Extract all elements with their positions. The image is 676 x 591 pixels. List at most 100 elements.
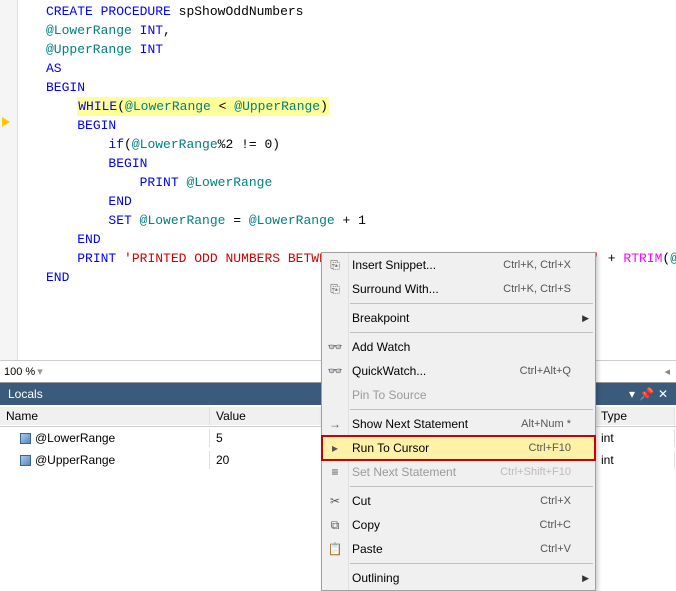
- local-name: @UpperRange: [35, 453, 115, 467]
- surround-icon: ⎘: [326, 282, 344, 297]
- kw: INT: [140, 23, 163, 38]
- menu-label: Cut: [352, 494, 540, 508]
- txt: %2 != 0): [218, 137, 280, 152]
- local-type: int: [595, 429, 675, 447]
- menu-item-outlining[interactable]: Outlining ▶: [322, 566, 595, 590]
- variable-icon: [20, 455, 31, 466]
- var: @UpperRange: [234, 99, 320, 114]
- local-name: @LowerRange: [35, 431, 115, 445]
- menu-label: Set Next Statement: [352, 465, 500, 479]
- var: @UpperRange: [46, 42, 132, 57]
- col-name[interactable]: Name: [0, 407, 210, 425]
- local-type: int: [595, 451, 675, 469]
- paste-icon: 📋: [326, 542, 344, 556]
- var: @LowerRange: [132, 137, 218, 152]
- copy-icon: ⧉: [326, 518, 344, 533]
- kw: AS: [46, 61, 62, 76]
- menu-item-add-watch[interactable]: 👓 Add Watch: [322, 335, 595, 359]
- menu-item-show-next-statement[interactable]: → Show Next StatementAlt+Num *: [322, 412, 595, 436]
- zoom-level[interactable]: 100 %: [4, 366, 35, 378]
- var: @LowerRange: [125, 99, 211, 114]
- var: @LowerRange: [46, 23, 132, 38]
- menu-label: Breakpoint: [352, 311, 571, 325]
- menu-item-cut[interactable]: ✂ CutCtrl+X: [322, 489, 595, 513]
- kw: END: [108, 194, 131, 209]
- kw: BEGIN: [46, 80, 85, 95]
- menu-label: Outlining: [352, 571, 571, 585]
- snippet-icon: ⎘: [326, 258, 344, 273]
- setnext-icon: ≡: [326, 465, 344, 479]
- txt: +: [600, 251, 623, 266]
- proc-name: spShowOddNumbers: [179, 4, 304, 19]
- menu-label: Show Next Statement: [352, 417, 521, 431]
- txt: ,: [163, 23, 171, 38]
- variable-icon: [20, 433, 31, 444]
- kw-create: CREATE: [46, 4, 93, 19]
- zoom-dropdown-icon[interactable]: ▾: [37, 365, 43, 378]
- kw: BEGIN: [77, 118, 116, 133]
- kw: SET: [108, 213, 131, 228]
- kw: PRINT: [140, 175, 179, 190]
- var: @LowerRange: [186, 175, 272, 190]
- menu-item-quickwatch[interactable]: 👓QuickWatch...Ctrl+Alt+Q: [322, 359, 595, 383]
- var: @LowerRange: [249, 213, 335, 228]
- menu-shortcut: Alt+Num *: [521, 418, 571, 430]
- txt: (: [117, 99, 125, 114]
- menu-item-pin-to-source: Pin To Source: [322, 383, 595, 407]
- menu-shortcut: Ctrl+Alt+Q: [520, 365, 571, 377]
- txt: (: [124, 137, 132, 152]
- menu-separator: [350, 303, 593, 304]
- menu-label: Insert Snippet...: [352, 258, 503, 272]
- submenu-arrow-icon: ▶: [582, 313, 589, 324]
- context-menu[interactable]: ⎘ Insert Snippet...Ctrl+K, Ctrl+X ⎘ Surroun…: [321, 252, 596, 591]
- pin-icon[interactable]: 📌: [639, 387, 654, 401]
- submenu-arrow-icon: ▶: [582, 573, 589, 584]
- locals-title: Locals: [8, 387, 43, 401]
- menu-label: Pin To Source: [352, 388, 571, 402]
- runto-icon: ▸: [326, 441, 344, 455]
- menu-shortcut: Ctrl+V: [540, 543, 571, 555]
- menu-item-breakpoint[interactable]: Breakpoint ▶: [322, 306, 595, 330]
- menu-item-paste[interactable]: 📋 PasteCtrl+V: [322, 537, 595, 561]
- shownext-icon: →: [326, 417, 344, 431]
- current-statement-arrow: [2, 117, 14, 129]
- menu-shortcut: Ctrl+F10: [529, 442, 572, 454]
- menu-shortcut: Ctrl+K, Ctrl+S: [503, 283, 571, 295]
- kw: PRINT: [77, 251, 116, 266]
- txt: <: [211, 99, 234, 114]
- kw: END: [77, 232, 100, 247]
- menu-item-run-to-cursor[interactable]: ▸Run To CursorCtrl+F10: [322, 436, 595, 460]
- col-type[interactable]: Type: [595, 407, 675, 425]
- kw-while: WHILE: [78, 99, 117, 114]
- menu-label: Add Watch: [352, 340, 571, 354]
- menu-label: Copy: [352, 518, 540, 532]
- close-icon[interactable]: ✕: [658, 387, 668, 401]
- menu-separator: [350, 563, 593, 564]
- menu-separator: [350, 409, 593, 410]
- menu-label: QuickWatch...: [352, 364, 520, 378]
- menu-item-set-next-statement: ≡ Set Next StatementCtrl+Shift+F10: [322, 460, 595, 484]
- kw: BEGIN: [108, 156, 147, 171]
- kw: if: [108, 137, 124, 152]
- cut-icon: ✂: [326, 494, 344, 508]
- menu-label: Paste: [352, 542, 540, 556]
- menu-separator: [350, 332, 593, 333]
- editor-gutter: [0, 0, 18, 360]
- menu-item-surround-with[interactable]: ⎘ Surround With...Ctrl+K, Ctrl+S: [322, 277, 595, 301]
- scroll-left-icon[interactable]: ◂: [664, 365, 670, 378]
- menu-item-insert-snippet[interactable]: ⎘ Insert Snippet...Ctrl+K, Ctrl+X: [322, 253, 595, 277]
- menu-shortcut: Ctrl+X: [540, 495, 571, 507]
- txt: ): [320, 99, 328, 114]
- kw: INT: [140, 42, 163, 57]
- menu-separator: [350, 486, 593, 487]
- watch-icon: 👓: [326, 340, 344, 354]
- txt: =: [225, 213, 248, 228]
- menu-shortcut: Ctrl+K, Ctrl+X: [503, 259, 571, 271]
- menu-shortcut: Ctrl+Shift+F10: [500, 466, 571, 478]
- kw-procedure: PROCEDURE: [101, 4, 171, 19]
- window-dropdown-icon[interactable]: ▾: [629, 387, 635, 401]
- menu-shortcut: Ctrl+C: [540, 519, 571, 531]
- menu-label: Surround With...: [352, 282, 503, 296]
- var: @LowerRange: [140, 213, 226, 228]
- menu-item-copy[interactable]: ⧉ CopyCtrl+C: [322, 513, 595, 537]
